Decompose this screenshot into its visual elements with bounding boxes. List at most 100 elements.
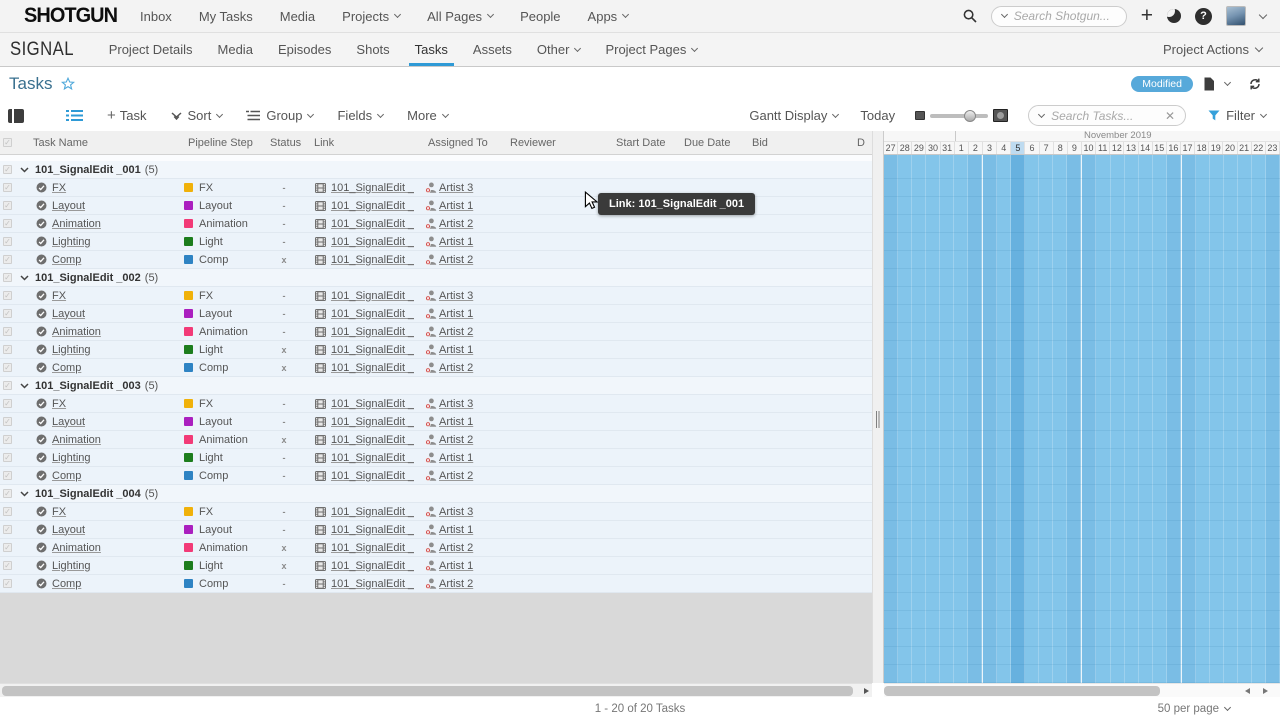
project-nav-item-episodes[interactable]: Episodes <box>278 42 331 57</box>
panel-splitter[interactable] <box>872 131 884 683</box>
shot-link[interactable]: 101_SignalEdit _ <box>331 578 414 590</box>
status-cell[interactable]: - <box>262 575 306 592</box>
gantt-day-header-6[interactable]: 6 <box>1025 142 1040 154</box>
row-checkbox[interactable]: ✓ <box>3 417 12 426</box>
project-nav-item-media[interactable]: Media <box>218 42 253 57</box>
gantt-day-header-12[interactable]: 12 <box>1110 142 1125 154</box>
chevron-down-icon[interactable] <box>1000 10 1008 19</box>
task-search-box[interactable]: ✕ <box>1028 105 1187 126</box>
project-nav-item-shots[interactable]: Shots <box>356 42 389 57</box>
gantt-day-header-3[interactable]: 3 <box>983 142 998 154</box>
gantt-day-header-10[interactable]: 10 <box>1082 142 1097 154</box>
filter-button[interactable]: Filter <box>1226 108 1268 123</box>
gantt-display-button[interactable]: Gantt Display <box>749 108 840 123</box>
refresh-icon[interactable] <box>1248 77 1262 91</box>
status-cell[interactable]: x <box>262 431 306 448</box>
shot-link[interactable]: 101_SignalEdit _ <box>331 182 414 194</box>
task-name-link[interactable]: FX <box>52 182 66 194</box>
task-name-link[interactable]: Layout <box>52 416 85 428</box>
gantt-day-header-15[interactable]: 15 <box>1153 142 1167 154</box>
shot-link[interactable]: 101_SignalEdit _ <box>331 434 414 446</box>
project-nav-item-other[interactable]: Other <box>537 42 582 57</box>
shot-link[interactable]: 101_SignalEdit _ <box>331 290 414 302</box>
row-checkbox[interactable]: ✓ <box>3 219 12 228</box>
row-checkbox[interactable]: ✓ <box>3 309 12 318</box>
avatar[interactable] <box>1226 6 1246 26</box>
page-settings-chevron-down-icon[interactable] <box>1223 78 1232 86</box>
group-collapse-chevron-icon[interactable] <box>20 274 29 281</box>
shotgun-logo[interactable]: SHOTGUN <box>24 4 118 28</box>
moon-icon[interactable] <box>1167 9 1181 23</box>
top-nav-item-all-pages[interactable]: All Pages <box>427 9 495 24</box>
gantt-day-header-11[interactable]: 11 <box>1096 142 1111 154</box>
shot-link[interactable]: 101_SignalEdit _ <box>331 524 414 536</box>
more-button[interactable]: More <box>407 108 449 123</box>
assignee-link[interactable]: Artist 1 <box>439 236 473 248</box>
shot-link[interactable]: 101_SignalEdit _ <box>331 452 414 464</box>
status-cell[interactable]: - <box>262 305 306 322</box>
page-settings-icon[interactable] <box>1203 77 1215 91</box>
task-name-link[interactable]: Layout <box>52 308 85 320</box>
status-cell[interactable]: - <box>262 521 306 538</box>
shot-link[interactable]: 101_SignalEdit _ <box>331 254 414 266</box>
top-nav-item-people[interactable]: People <box>520 9 560 24</box>
shot-link[interactable]: 101_SignalEdit _ <box>331 560 414 572</box>
row-checkbox[interactable]: ✓ <box>3 237 12 246</box>
project-actions-button[interactable]: Project Actions <box>1163 42 1264 57</box>
slider-thumb[interactable] <box>964 109 977 122</box>
assignee-link[interactable]: Artist 1 <box>439 524 473 536</box>
task-name-link[interactable]: Comp <box>52 470 81 482</box>
search-icon[interactable] <box>963 9 977 23</box>
gantt-day-header-29[interactable]: 29 <box>912 142 927 154</box>
row-checkbox[interactable]: ✓ <box>3 435 12 444</box>
list-view-icon[interactable] <box>66 109 83 122</box>
row-checkbox[interactable]: ✓ <box>3 255 12 264</box>
assignee-link[interactable]: Artist 2 <box>439 326 473 338</box>
row-checkbox[interactable]: ✓ <box>3 525 12 534</box>
assignee-link[interactable]: Artist 2 <box>439 434 473 446</box>
column-header-assigned-to[interactable]: Assigned To <box>420 137 502 149</box>
gantt-day-header-1[interactable]: 1 <box>955 142 969 154</box>
per-page-selector[interactable]: 50 per page <box>1158 703 1232 715</box>
shot-link[interactable]: 101_SignalEdit _ <box>331 398 414 410</box>
assignee-link[interactable]: Artist 2 <box>439 578 473 590</box>
gantt-day-header-17[interactable]: 17 <box>1181 142 1196 154</box>
status-cell[interactable]: - <box>262 503 306 520</box>
global-search-box[interactable] <box>990 5 1127 27</box>
shot-link[interactable]: 101_SignalEdit _ <box>331 506 414 518</box>
fields-button[interactable]: Fields <box>337 108 385 123</box>
gantt-day-header-23[interactable]: 23 <box>1266 142 1280 154</box>
column-header-link[interactable]: Link <box>306 137 420 149</box>
shot-link[interactable]: 101_SignalEdit _ <box>331 470 414 482</box>
splitter-grip-icon[interactable] <box>876 411 881 428</box>
today-button[interactable]: Today <box>860 108 895 123</box>
task-name-link[interactable]: Lighting <box>52 236 91 248</box>
shot-link[interactable]: 101_SignalEdit _ <box>331 416 414 428</box>
status-cell[interactable]: - <box>262 233 306 250</box>
gantt-day-header-16[interactable]: 16 <box>1167 142 1181 154</box>
group-collapse-chevron-icon[interactable] <box>20 490 29 497</box>
status-cell[interactable]: - <box>262 467 306 484</box>
gantt-zoom-slider[interactable] <box>930 109 989 122</box>
panel-view-icon[interactable] <box>8 108 24 123</box>
star-favorite-icon[interactable] <box>61 76 76 91</box>
zoom-out-thumbnail-icon[interactable] <box>915 111 926 120</box>
group-collapse-chevron-icon[interactable] <box>20 382 29 389</box>
group-row-101-signaledit-001[interactable]: ✓ 101_SignalEdit _001 (5) <box>0 161 872 179</box>
shot-link[interactable]: 101_SignalEdit _ <box>331 344 414 356</box>
row-checkbox[interactable]: ✓ <box>3 543 12 552</box>
project-name[interactable]: SIGNAL <box>10 39 74 61</box>
row-checkbox[interactable]: ✓ <box>3 453 12 462</box>
project-nav-item-project-details[interactable]: Project Details <box>109 42 193 57</box>
row-checkbox[interactable]: ✓ <box>3 381 12 390</box>
shot-link[interactable]: 101_SignalEdit _ <box>331 362 414 374</box>
column-header-d[interactable]: D <box>849 137 872 149</box>
task-name-link[interactable]: Layout <box>52 200 85 212</box>
clear-search-icon[interactable]: ✕ <box>1165 109 1175 123</box>
shot-link[interactable]: 101_SignalEdit _ <box>331 218 414 230</box>
task-name-link[interactable]: Lighting <box>52 560 91 572</box>
gantt-day-header-22[interactable]: 22 <box>1252 142 1266 154</box>
gantt-day-header-8[interactable]: 8 <box>1054 142 1068 154</box>
create-new-icon[interactable]: + <box>1141 5 1153 26</box>
task-name-link[interactable]: FX <box>52 506 66 518</box>
